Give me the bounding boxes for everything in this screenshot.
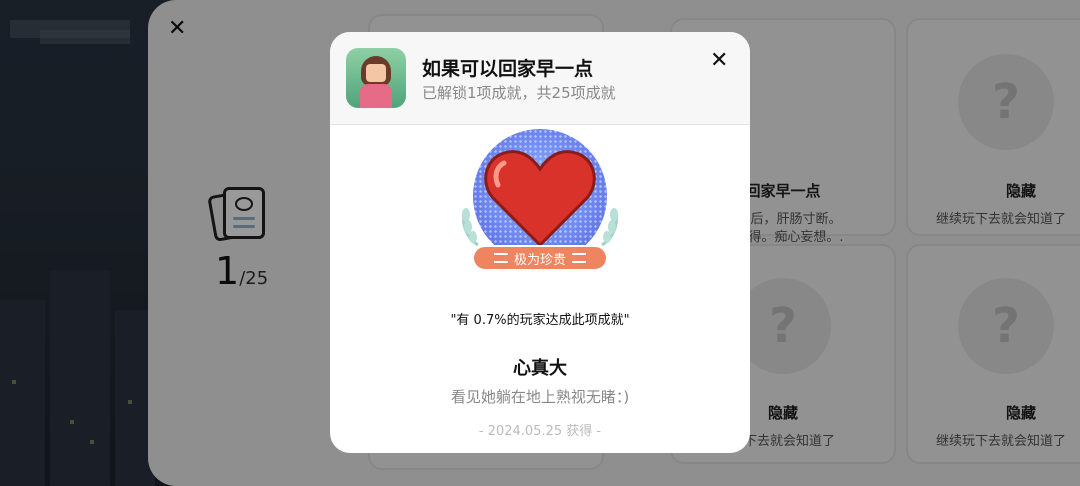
player-percentage: "有 0.7%的玩家达成此项成就" [450, 313, 630, 328]
dialog-header: 如果可以回家早一点 已解锁1项成就，共25项成就 ✕ [330, 32, 750, 125]
avatar [346, 48, 406, 108]
heart-icon [484, 150, 596, 248]
dialog-title: 如果可以回家早一点 [422, 58, 594, 80]
achievement-description: 看见她躺在地上熟视无睹：) [450, 388, 630, 406]
rarity-label: 极为珍贵 [513, 252, 566, 268]
rarity-ribbon: 极为珍贵 [472, 245, 608, 271]
achievement-detail-dialog: 如果可以回家早一点 已解锁1项成就，共25项成就 ✕ 极为珍贵 "有 0.7%的… [330, 32, 750, 453]
dialog-subtitle: 已解锁1项成就，共25项成就 [422, 84, 616, 102]
unlock-date: - 2024.05.25 获得 - [478, 424, 602, 439]
close-icon[interactable]: ✕ [710, 50, 728, 72]
achievement-badge: 极为珍贵 [460, 127, 620, 277]
achievement-title: 心真大 [513, 358, 567, 379]
